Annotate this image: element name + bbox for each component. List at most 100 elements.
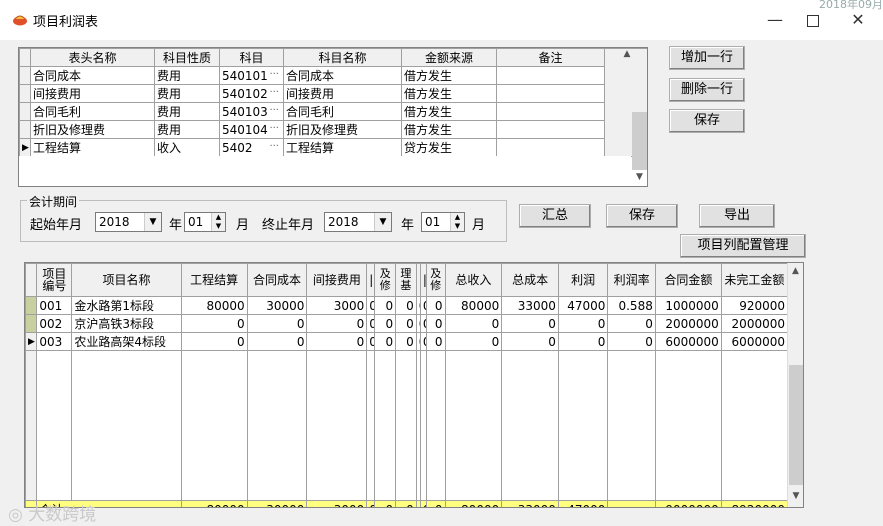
column-header[interactable]: 利润率 (607, 263, 656, 297)
column-config-button[interactable]: 项目列配置管理 (680, 234, 806, 258)
cell-remaining[interactable]: 920000 (720, 296, 789, 315)
cell-source[interactable]: 借方发生 (401, 120, 497, 139)
cell-profit[interactable]: 0 (557, 332, 609, 351)
cell-value[interactable]: 0 (374, 314, 397, 333)
cell-remaining[interactable]: 6000000 (720, 332, 789, 351)
cell-nature[interactable]: 费用 (154, 66, 220, 85)
table-row[interactable]: 合同成本 费用 540101 ··· 合同成本 借方发生 (19, 66, 648, 85)
cell-value[interactable]: 0 (366, 314, 376, 333)
cell-name[interactable]: 合同毛利 (30, 102, 155, 121)
cell-cost[interactable]: 0 (501, 314, 559, 333)
cell-value[interactable]: 0 (425, 314, 446, 333)
column-header[interactable]: 项目名称 (71, 263, 182, 297)
cell-value[interactable]: 0 (366, 332, 376, 351)
start-month-spinner[interactable]: 01 ▲ ▼ (184, 212, 226, 232)
summary-button[interactable]: 汇总 (519, 204, 591, 228)
column-header[interactable]: 利润 (557, 263, 609, 297)
column-header[interactable]: 备注 (496, 48, 605, 67)
column-header[interactable]: 科目 (219, 48, 284, 67)
table-row[interactable]: 折旧及修理费 费用 540104 ··· 折旧及修理费 借方发生 (19, 120, 648, 139)
minimize-button[interactable]: — (760, 8, 790, 32)
column-header[interactable]: 科目名称 (283, 48, 402, 67)
column-header[interactable]: 科目性质 (154, 48, 220, 67)
column-header[interactable]: 合同成本 (246, 263, 308, 297)
scroll-thumb[interactable] (632, 112, 647, 170)
cell-code[interactable]: 002 (36, 314, 73, 333)
cell-value[interactable]: 0 (374, 296, 397, 315)
cell-code[interactable]: 540103 ··· (219, 102, 284, 121)
cell-value[interactable]: 30000 (246, 296, 308, 315)
ellipsis-icon[interactable]: ··· (269, 123, 279, 134)
cell-code[interactable]: 540102 ··· (219, 84, 284, 103)
cell-value[interactable]: 0 (180, 332, 248, 351)
cell-value[interactable]: 0 (415, 332, 421, 351)
cell-name[interactable]: 金水路第1标段 (71, 296, 182, 315)
cell-value[interactable]: 0 (395, 332, 417, 351)
cell-profit[interactable]: 0 (557, 314, 609, 333)
column-header[interactable]: 表头名称 (30, 48, 155, 67)
save-button[interactable]: 保存 (606, 204, 678, 228)
close-button[interactable]: ✕ (843, 8, 873, 32)
cell-note[interactable] (496, 138, 605, 157)
cell-source[interactable]: 借方发生 (401, 102, 497, 121)
cell-contract[interactable]: 1000000 (654, 296, 722, 315)
add-row-button[interactable]: 增加一行 (669, 46, 745, 70)
cell-code[interactable]: 003 (36, 332, 73, 351)
cell-subject[interactable]: 合同成本 (283, 66, 402, 85)
cell-code[interactable]: 5402 ··· (219, 138, 284, 157)
start-year-select[interactable]: 2018 ▼ (95, 212, 162, 232)
delete-row-button[interactable]: 删除一行 (669, 78, 745, 102)
scroll-down-arrow-icon[interactable]: ▼ (632, 172, 647, 182)
row-indicator[interactable] (25, 314, 38, 333)
cell-value[interactable]: 0 (425, 296, 446, 315)
column-header[interactable]: 及修 (374, 263, 397, 297)
column-header[interactable]: 理基 (395, 263, 417, 297)
end-month-spinner[interactable]: 01 ▲ ▼ (421, 212, 465, 232)
scroll-down-arrow-icon[interactable]: ▼ (788, 491, 803, 501)
cell-remaining[interactable]: 2000000 (720, 314, 789, 333)
cell-name[interactable]: 合同成本 (30, 66, 155, 85)
cell-value[interactable]: 0 (306, 332, 368, 351)
ellipsis-icon[interactable]: ··· (269, 105, 279, 116)
row-indicator[interactable] (25, 296, 38, 315)
cell-value[interactable]: 0 (366, 296, 376, 315)
column-header[interactable]: 及修 (425, 263, 446, 297)
cell-nature[interactable]: 费用 (154, 120, 220, 139)
cell-value[interactable]: 0 (395, 296, 417, 315)
column-header[interactable]: 总收入 (444, 263, 503, 297)
table-row[interactable]: 001 金水路第1标段 80000 30000 3000 0 0 0 0 0 0… (25, 296, 789, 315)
row-indicator[interactable] (19, 66, 31, 85)
table-row[interactable]: ▶ 003 农业路高架4标段 0 0 0 0 0 0 0 0 0 0 0 0 0… (25, 332, 789, 351)
row-indicator[interactable] (19, 120, 31, 139)
column-header[interactable]: 总成本 (501, 263, 559, 297)
cell-source[interactable]: 贷方发生 (401, 138, 497, 157)
table-row[interactable]: 间接费用 费用 540102 ··· 间接费用 借方发生 (19, 84, 648, 103)
save-config-button[interactable]: 保存 (669, 109, 745, 133)
cell-value[interactable]: 3000 (306, 296, 368, 315)
ellipsis-icon[interactable]: ··· (269, 141, 279, 152)
cell-subject[interactable]: 间接费用 (283, 84, 402, 103)
cell-nature[interactable]: 收入 (154, 138, 220, 157)
cell-note[interactable] (496, 84, 605, 103)
cell-contract[interactable]: 2000000 (654, 314, 722, 333)
cell-note[interactable] (496, 120, 605, 139)
cell-value[interactable]: 0 (180, 314, 248, 333)
current-row-indicator[interactable]: ▶ (19, 138, 31, 157)
cell-name[interactable]: 京沪高铁3标段 (71, 314, 182, 333)
cell-rate[interactable]: 0 (607, 314, 656, 333)
vertical-scrollbar[interactable]: ▲ ▼ (787, 263, 803, 507)
cell-value[interactable]: 0 (415, 296, 421, 315)
maximize-button[interactable] (798, 8, 828, 32)
cell-subject[interactable]: 工程结算 (283, 138, 402, 157)
table-row[interactable]: 002 京沪高铁3标段 0 0 0 0 0 0 0 0 0 0 0 0 0 20… (25, 314, 789, 333)
cell-subject[interactable]: 折旧及修理费 (283, 120, 402, 139)
cell-name[interactable]: 工程结算 (30, 138, 155, 157)
cell-value[interactable]: 0 (374, 332, 397, 351)
cell-value[interactable]: 0 (415, 314, 421, 333)
row-indicator[interactable] (19, 102, 31, 121)
cell-name[interactable]: 折旧及修理费 (30, 120, 155, 139)
cell-value[interactable]: 0 (419, 296, 427, 315)
current-row-indicator[interactable]: ▶ (25, 332, 38, 351)
cell-value[interactable]: 0 (246, 332, 308, 351)
cell-value[interactable]: 0 (425, 332, 446, 351)
